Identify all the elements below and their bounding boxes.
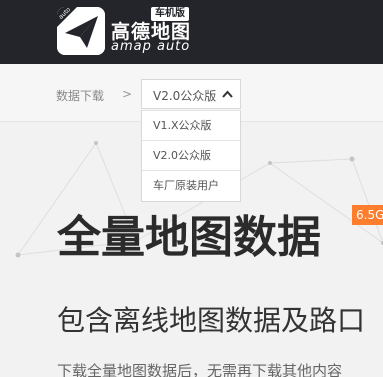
hero-description: 下载全量地图数据后，无需再下载其他内容: [57, 362, 343, 377]
chevron-up-icon: [222, 90, 233, 98]
dropdown-option-v20[interactable]: V2.0公众版: [142, 140, 240, 170]
version-dropdown: V1.X公众版 V2.0公众版 车厂原装用户: [141, 110, 241, 202]
hero-title: 全量地图数据: [57, 212, 321, 263]
breadcrumb-separator: >: [122, 87, 133, 101]
top-header: auto 车机版 高德地图 amap auto: [0, 0, 383, 64]
dropdown-option-v1x[interactable]: V1.X公众版: [142, 110, 240, 140]
amap-logo[interactable]: auto: [57, 7, 105, 55]
dropdown-option-oem[interactable]: 车厂原装用户: [142, 170, 240, 200]
data-size-badge: 6.5G: [352, 205, 383, 225]
version-select[interactable]: V2.0公众版: [141, 79, 241, 109]
version-select-value: V2.0公众版: [153, 89, 217, 103]
brand-name-en: amap auto: [111, 39, 191, 54]
breadcrumb-data-download[interactable]: 数据下载: [56, 87, 104, 104]
hero-subtitle: 包含离线地图数据及路口: [57, 304, 366, 337]
